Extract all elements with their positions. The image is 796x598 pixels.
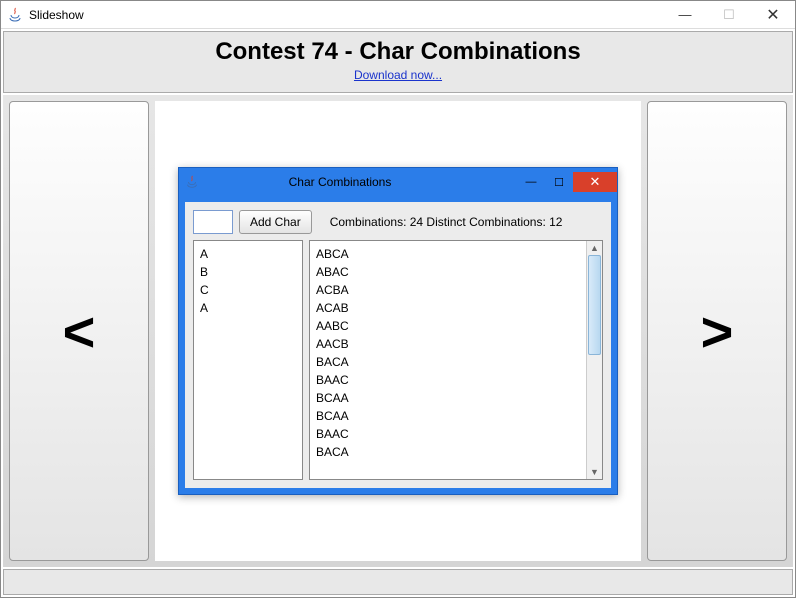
list-item[interactable]: BCAA <box>316 389 580 407</box>
list-item[interactable]: BAAC <box>316 371 580 389</box>
combinations-stats: Combinations: 24 Distinct Combinations: … <box>330 215 563 229</box>
list-item[interactable]: BACA <box>316 443 580 461</box>
slideshow-window: Slideshow — ☐ ✕ Contest 74 - Char Combin… <box>0 0 796 598</box>
page-title: Contest 74 - Char Combinations <box>4 38 792 66</box>
scroll-thumb[interactable] <box>588 255 601 355</box>
maximize-button[interactable]: ☐ <box>707 1 751 29</box>
footer-panel <box>3 569 793 595</box>
list-item[interactable]: A <box>200 299 296 317</box>
add-char-button[interactable]: Add Char <box>239 210 312 234</box>
inner-top-row: Add Char Combinations: 24 Distinct Combi… <box>193 210 603 234</box>
java-icon <box>185 175 199 189</box>
inner-close-button[interactable]: ✕ <box>573 172 617 192</box>
list-item[interactable]: BAAC <box>316 425 580 443</box>
inner-minimize-button[interactable]: — <box>517 172 545 192</box>
results-listbox[interactable]: ABCA ABAC ACBA ACAB AABC AACB BACA BAAC … <box>309 240 603 480</box>
list-item[interactable]: ABAC <box>316 263 580 281</box>
list-item[interactable]: AABC <box>316 317 580 335</box>
list-item[interactable]: ACAB <box>316 299 580 317</box>
list-item[interactable]: ABCA <box>316 245 580 263</box>
slide-area: Char Combinations — ☐ ✕ Add Char Combina… <box>155 101 641 561</box>
outer-window-title: Slideshow <box>29 8 663 22</box>
list-item[interactable]: BCAA <box>316 407 580 425</box>
list-item[interactable]: ACBA <box>316 281 580 299</box>
list-item[interactable]: C <box>200 281 296 299</box>
header-panel: Contest 74 - Char Combinations Download … <box>3 31 793 93</box>
inner-lists: A B C A ABCA ABAC ACBA ACAB AABC <box>193 240 603 480</box>
outer-titlebar: Slideshow — ☐ ✕ <box>1 1 795 29</box>
window-controls: — ☐ ✕ <box>663 1 795 29</box>
scroll-down-icon[interactable]: ▼ <box>590 467 599 477</box>
download-link[interactable]: Download now... <box>354 68 442 82</box>
list-item[interactable]: B <box>200 263 296 281</box>
inner-titlebar: Char Combinations — ☐ ✕ <box>179 168 617 196</box>
list-item[interactable]: BACA <box>316 353 580 371</box>
chars-listbox[interactable]: A B C A <box>193 240 303 480</box>
list-item[interactable]: A <box>200 245 296 263</box>
inner-window-title: Char Combinations <box>203 175 477 189</box>
list-item[interactable]: AACB <box>316 335 580 353</box>
scroll-up-icon[interactable]: ▲ <box>590 243 599 253</box>
java-icon <box>7 7 23 23</box>
inner-window-controls: — ☐ ✕ <box>517 172 617 192</box>
results-content: ABCA ABAC ACBA ACAB AABC AACB BACA BAAC … <box>310 241 586 479</box>
close-button[interactable]: ✕ <box>751 1 795 29</box>
next-button[interactable]: > <box>647 101 787 561</box>
vertical-scrollbar[interactable]: ▲ ▼ <box>586 241 602 479</box>
prev-button[interactable]: < <box>9 101 149 561</box>
inner-body: Add Char Combinations: 24 Distinct Combi… <box>185 202 611 488</box>
inner-maximize-button[interactable]: ☐ <box>545 172 573 192</box>
minimize-button[interactable]: — <box>663 1 707 29</box>
char-input[interactable] <box>193 210 233 234</box>
body-panel: < Char Combinations — ☐ ✕ <box>3 95 793 567</box>
inner-window: Char Combinations — ☐ ✕ Add Char Combina… <box>178 167 618 495</box>
